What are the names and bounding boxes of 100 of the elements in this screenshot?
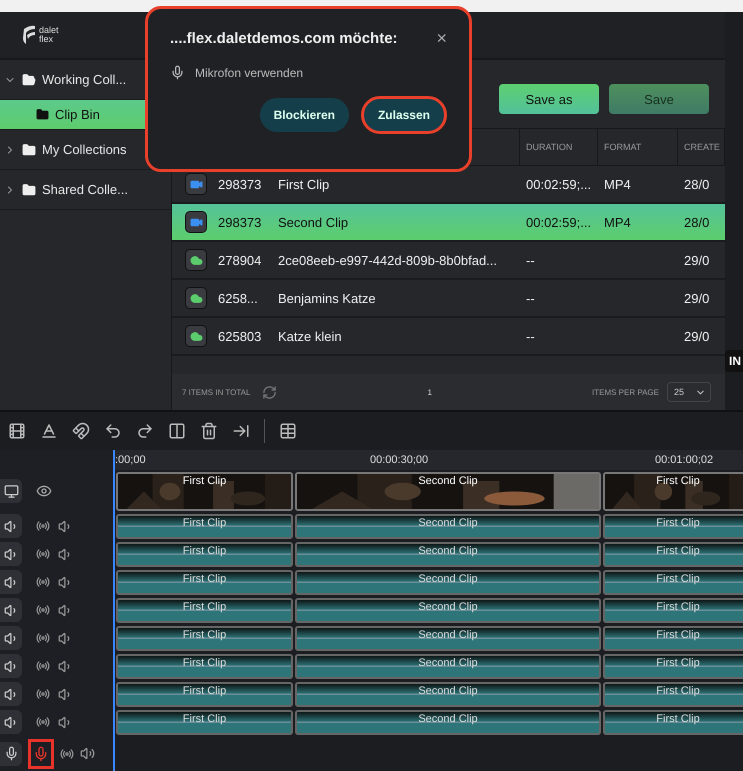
speaker-button[interactable] — [0, 598, 22, 622]
monitor-icon — [4, 484, 18, 498]
trash-icon[interactable] — [200, 422, 218, 440]
video-camera-icon — [185, 211, 207, 233]
save-as-button[interactable]: Save as — [499, 84, 599, 114]
audio-clip[interactable]: First Clip — [116, 598, 293, 623]
table-cell-text: -- — [525, 328, 536, 344]
speaker-icon — [4, 714, 18, 730]
volume-icon[interactable] — [80, 746, 95, 761]
items-per-page-label: ITEMS PER PAGE — [592, 388, 659, 396]
audio-clip[interactable]: First Clip — [603, 710, 743, 735]
microphone-button[interactable] — [0, 742, 22, 766]
folder-icon — [36, 108, 49, 121]
magnet-icon[interactable] — [72, 422, 90, 440]
audio-clip[interactable]: First Clip — [116, 542, 293, 567]
audio-clip[interactable]: First Clip — [116, 570, 293, 595]
audio-clip[interactable]: First Clip — [603, 682, 743, 707]
speaker-button[interactable] — [0, 682, 22, 706]
microphone-icon — [170, 65, 185, 80]
allow-button[interactable]: Zulassen — [360, 96, 447, 134]
audio-clip[interactable]: First Clip — [116, 654, 293, 679]
items-total: 7 ITEMS IN TOTAL — [182, 388, 250, 396]
audio-clip[interactable]: First Clip — [116, 626, 293, 651]
eye-icon[interactable] — [36, 483, 52, 499]
broadcast-icon[interactable] — [36, 715, 50, 729]
speaker-button[interactable] — [0, 710, 22, 734]
table-cell-text: First Clip — [277, 176, 330, 192]
video-clip[interactable]: First Clip — [603, 472, 743, 511]
side-label: IN — [725, 350, 743, 372]
items-per-page-select[interactable]: 25 — [667, 382, 711, 402]
table-row[interactable]: 298373 Second Clip 00:02:59;... MP4 28/0 — [172, 204, 725, 242]
logo-icon — [22, 25, 36, 45]
ripple-icon[interactable] — [232, 422, 250, 440]
audio-clip[interactable]: First Clip — [603, 654, 743, 679]
audio-clip[interactable]: Second Clip — [295, 682, 601, 707]
dialog-title: ....flex.daletdemos.com möchte: — [170, 30, 398, 46]
audio-clip[interactable]: Second Clip — [295, 514, 601, 539]
audio-clip[interactable]: Second Clip — [295, 626, 601, 651]
table-cell-text: 298373 — [217, 176, 262, 192]
audio-clip[interactable]: Second Clip — [295, 654, 601, 679]
table-cell-text: 625803 — [217, 328, 262, 344]
table-cell-text: Second Clip — [277, 214, 350, 230]
logo-text: dalet flex — [39, 26, 59, 44]
audio-clip[interactable]: First Clip — [603, 570, 743, 595]
record-arm-button[interactable] — [28, 738, 54, 768]
broadcast-icon[interactable] — [60, 746, 74, 760]
video-camera-icon — [185, 173, 207, 195]
audio-clip[interactable]: First Clip — [603, 514, 743, 539]
table-cell-text: 2ce08eeb-e997-442d-809b-8b0bfad... — [277, 252, 498, 268]
speaker-button[interactable] — [0, 626, 22, 650]
redo-icon[interactable] — [136, 422, 154, 440]
video-clip[interactable]: First Clip — [116, 472, 293, 511]
broadcast-icon[interactable] — [36, 575, 50, 589]
page-number[interactable]: 1 — [427, 388, 432, 396]
audio-clip[interactable]: First Clip — [116, 710, 293, 735]
audio-clip[interactable]: First Clip — [603, 542, 743, 567]
audio-clip[interactable]: Second Clip — [295, 710, 601, 735]
speaker-button[interactable] — [0, 570, 22, 594]
column-header[interactable]: FORMAT — [598, 129, 678, 165]
speaker-button[interactable] — [0, 514, 22, 538]
audio-clip[interactable]: First Clip — [603, 598, 743, 623]
speaker-button[interactable] — [0, 654, 22, 678]
broadcast-icon[interactable] — [36, 687, 50, 701]
image-icon — [185, 287, 207, 309]
film-icon[interactable] — [8, 422, 26, 440]
undo-icon[interactable] — [104, 422, 122, 440]
table-icon[interactable] — [279, 422, 297, 440]
audio-clip[interactable]: Second Clip — [295, 542, 601, 567]
monitor-button[interactable] — [0, 479, 22, 503]
table-cell-text: MP4 — [603, 214, 632, 230]
microphone-icon — [4, 746, 18, 761]
broadcast-icon[interactable] — [36, 631, 50, 645]
speaker-button[interactable] — [0, 542, 22, 566]
speaker-icon — [4, 574, 18, 590]
folder-icon — [22, 72, 36, 86]
column-header[interactable]: DURATION — [520, 129, 598, 165]
audio-clip[interactable]: First Clip — [603, 626, 743, 651]
broadcast-icon[interactable] — [36, 659, 50, 673]
audio-clip[interactable]: First Clip — [116, 514, 293, 539]
broadcast-icon[interactable] — [36, 547, 50, 561]
close-button[interactable]: × — [436, 29, 447, 47]
table-cell-text: 278904 — [217, 252, 262, 268]
table-cell-text: 29/0 — [683, 328, 710, 344]
audio-clip[interactable]: Second Clip — [295, 570, 601, 595]
audio-clip[interactable]: First Clip — [116, 682, 293, 707]
table-cell-text: 29/0 — [683, 252, 710, 268]
audio-clip[interactable]: Second Clip — [295, 598, 601, 623]
table-cell-text: MP4 — [603, 176, 632, 192]
clip-label: First Clip — [655, 475, 701, 487]
table-cell-text: 00:02:59;... — [525, 176, 592, 192]
broadcast-icon[interactable] — [36, 603, 50, 617]
table-cell-text: -- — [525, 252, 536, 268]
folder-icon — [22, 142, 36, 156]
video-clip[interactable]: Second Clip — [295, 472, 601, 511]
table-cell-text: 6258... — [217, 290, 259, 306]
broadcast-icon[interactable] — [36, 519, 50, 533]
block-button[interactable]: Blockieren — [260, 98, 349, 132]
split-icon[interactable] — [168, 422, 186, 440]
folder-icon — [22, 182, 36, 196]
refresh-icon[interactable] — [262, 384, 278, 400]
